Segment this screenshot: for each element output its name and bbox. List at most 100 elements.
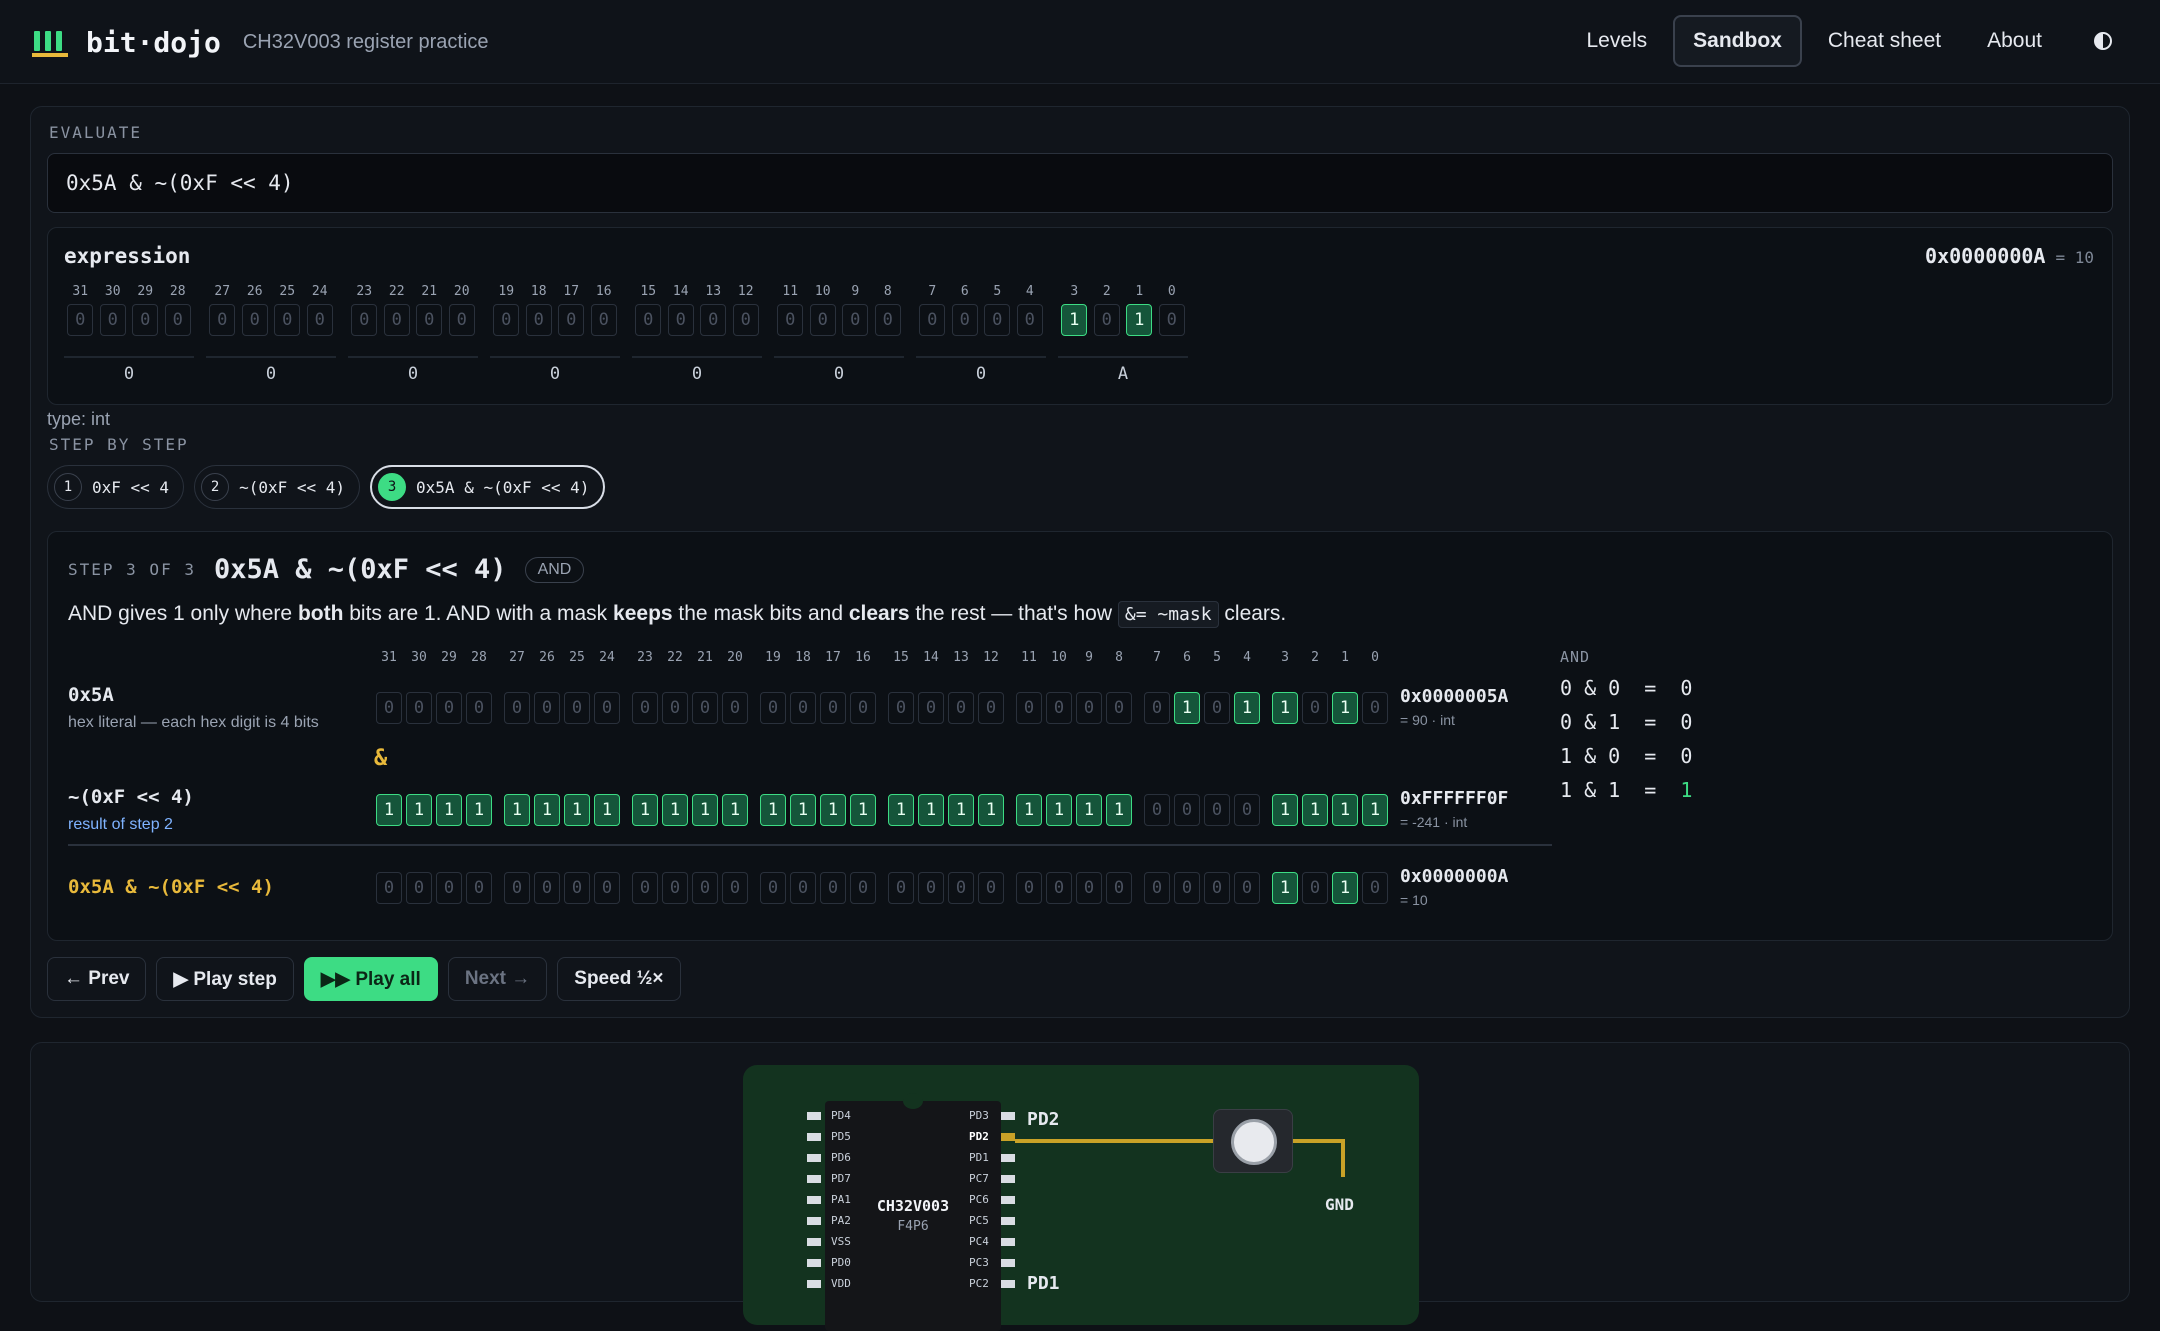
bit-box[interactable]: 1 <box>850 794 876 826</box>
bit-box[interactable]: 0 <box>1234 794 1260 826</box>
bit-box[interactable]: 0 <box>306 304 333 336</box>
step-chip-2[interactable]: 2 ~(0xF << 4) <box>194 465 361 509</box>
bit-box[interactable]: 0 <box>209 304 236 336</box>
bit-box[interactable]: 0 <box>1204 794 1230 826</box>
bit-box[interactable]: 0 <box>1302 692 1328 724</box>
bit-box[interactable]: 0 <box>850 872 876 904</box>
bit-box[interactable]: 0 <box>667 304 694 336</box>
nav-sandbox[interactable]: Sandbox <box>1673 15 1802 67</box>
bit-box[interactable]: 0 <box>1362 692 1388 724</box>
bit-box[interactable]: 0 <box>1076 872 1102 904</box>
bit-box[interactable]: 0 <box>984 304 1011 336</box>
bit-box[interactable]: 0 <box>777 304 804 336</box>
bit-box[interactable]: 1 <box>790 794 816 826</box>
bit-box[interactable]: 0 <box>820 692 846 724</box>
operand-b-note[interactable]: result of step 2 <box>68 816 173 834</box>
bit-box[interactable]: 1 <box>466 794 492 826</box>
bit-box[interactable]: 1 <box>1332 692 1358 724</box>
step-chip-3[interactable]: 3 0x5A & ~(0xF << 4) <box>370 465 606 509</box>
bit-box[interactable]: 0 <box>594 872 620 904</box>
bit-box[interactable]: 0 <box>692 872 718 904</box>
expression-input[interactable]: 0x5A & ~(0xF << 4) <box>47 153 2113 213</box>
bit-box[interactable]: 1 <box>918 794 944 826</box>
bit-box[interactable]: 1 <box>1016 794 1042 826</box>
bit-box[interactable]: 1 <box>1332 872 1358 904</box>
bit-box[interactable]: 0 <box>951 304 978 336</box>
bit-box[interactable]: 0 <box>842 304 869 336</box>
bit-box[interactable]: 0 <box>1174 872 1200 904</box>
nav-cheat-sheet[interactable]: Cheat sheet <box>1808 15 1961 67</box>
bit-box[interactable]: 1 <box>888 794 914 826</box>
bit-box[interactable]: 1 <box>1272 794 1298 826</box>
speed-button[interactable]: Speed ½× <box>557 957 681 1001</box>
bit-box[interactable]: 0 <box>1144 872 1170 904</box>
bit-box[interactable]: 1 <box>978 794 1004 826</box>
bit-box[interactable]: 0 <box>1076 692 1102 724</box>
play-all-button[interactable]: ▶▶ Play all <box>303 957 438 1001</box>
bit-box[interactable]: 0 <box>416 304 443 336</box>
bit-box[interactable]: 0 <box>351 304 378 336</box>
next-button[interactable]: Next → <box>447 957 548 1001</box>
bit-box[interactable]: 0 <box>850 692 876 724</box>
bit-box[interactable]: 1 <box>1046 794 1072 826</box>
bit-box[interactable]: 0 <box>1016 872 1042 904</box>
bit-box[interactable]: 0 <box>662 692 688 724</box>
bit-box[interactable]: 1 <box>1174 692 1200 724</box>
bit-box[interactable]: 0 <box>948 692 974 724</box>
bit-box[interactable]: 1 <box>1332 794 1358 826</box>
brand[interactable]: bit·dojo CH32V003 register practice <box>32 22 489 62</box>
bit-box[interactable]: 1 <box>820 794 846 826</box>
bit-box[interactable]: 0 <box>376 692 402 724</box>
bit-box[interactable]: 0 <box>632 692 658 724</box>
bit-box[interactable]: 0 <box>700 304 727 336</box>
bit-box[interactable]: 1 <box>564 794 590 826</box>
bit-box[interactable]: 0 <box>1106 872 1132 904</box>
step-chip-1[interactable]: 1 0xF << 4 <box>47 465 185 509</box>
bit-box[interactable]: 0 <box>722 692 748 724</box>
bit-box[interactable]: 1 <box>1272 872 1298 904</box>
bit-box[interactable]: 0 <box>436 872 462 904</box>
bit-box[interactable]: 0 <box>504 872 530 904</box>
bit-box[interactable]: 0 <box>732 304 759 336</box>
bit-box[interactable]: 0 <box>493 304 520 336</box>
bit-box[interactable]: 0 <box>241 304 268 336</box>
bit-box[interactable]: 0 <box>564 692 590 724</box>
bit-box[interactable]: 1 <box>1106 794 1132 826</box>
bit-box[interactable]: 1 <box>692 794 718 826</box>
bit-box[interactable]: 0 <box>436 692 462 724</box>
bit-box[interactable]: 0 <box>1016 304 1043 336</box>
bit-box[interactable]: 0 <box>1234 872 1260 904</box>
bit-box[interactable]: 0 <box>692 692 718 724</box>
bit-box[interactable]: 0 <box>1362 872 1388 904</box>
bit-box[interactable]: 1 <box>436 794 462 826</box>
bit-box[interactable]: 0 <box>1204 692 1230 724</box>
bit-box[interactable]: 1 <box>504 794 530 826</box>
bit-box[interactable]: 0 <box>590 304 617 336</box>
bit-box[interactable]: 0 <box>820 872 846 904</box>
bit-box[interactable]: 0 <box>1016 692 1042 724</box>
contrast-icon[interactable] <box>2086 24 2120 58</box>
prev-button[interactable]: ← Prev <box>47 957 147 1001</box>
nav-about[interactable]: About <box>1967 15 2062 67</box>
bit-box[interactable]: 0 <box>99 304 126 336</box>
bit-box[interactable]: 1 <box>760 794 786 826</box>
bit-box[interactable]: 1 <box>632 794 658 826</box>
bit-box[interactable]: 0 <box>525 304 552 336</box>
bit-box[interactable]: 0 <box>534 872 560 904</box>
bit-box[interactable]: 1 <box>948 794 974 826</box>
bit-box[interactable]: 1 <box>1272 692 1298 724</box>
bit-box[interactable]: 0 <box>1158 304 1185 336</box>
bit-box[interactable]: 0 <box>383 304 410 336</box>
bit-box[interactable]: 0 <box>632 872 658 904</box>
bit-box[interactable]: 0 <box>466 872 492 904</box>
play-step-button[interactable]: ▶ Play step <box>156 957 294 1001</box>
bit-box[interactable]: 0 <box>1144 794 1170 826</box>
bit-box[interactable]: 0 <box>1106 692 1132 724</box>
bit-box[interactable]: 0 <box>978 692 1004 724</box>
bit-box[interactable]: 1 <box>1234 692 1260 724</box>
bit-box[interactable]: 0 <box>67 304 94 336</box>
bit-box[interactable]: 0 <box>564 872 590 904</box>
bit-box[interactable]: 0 <box>164 304 191 336</box>
bit-box[interactable]: 0 <box>1046 872 1072 904</box>
bit-box[interactable]: 0 <box>918 692 944 724</box>
